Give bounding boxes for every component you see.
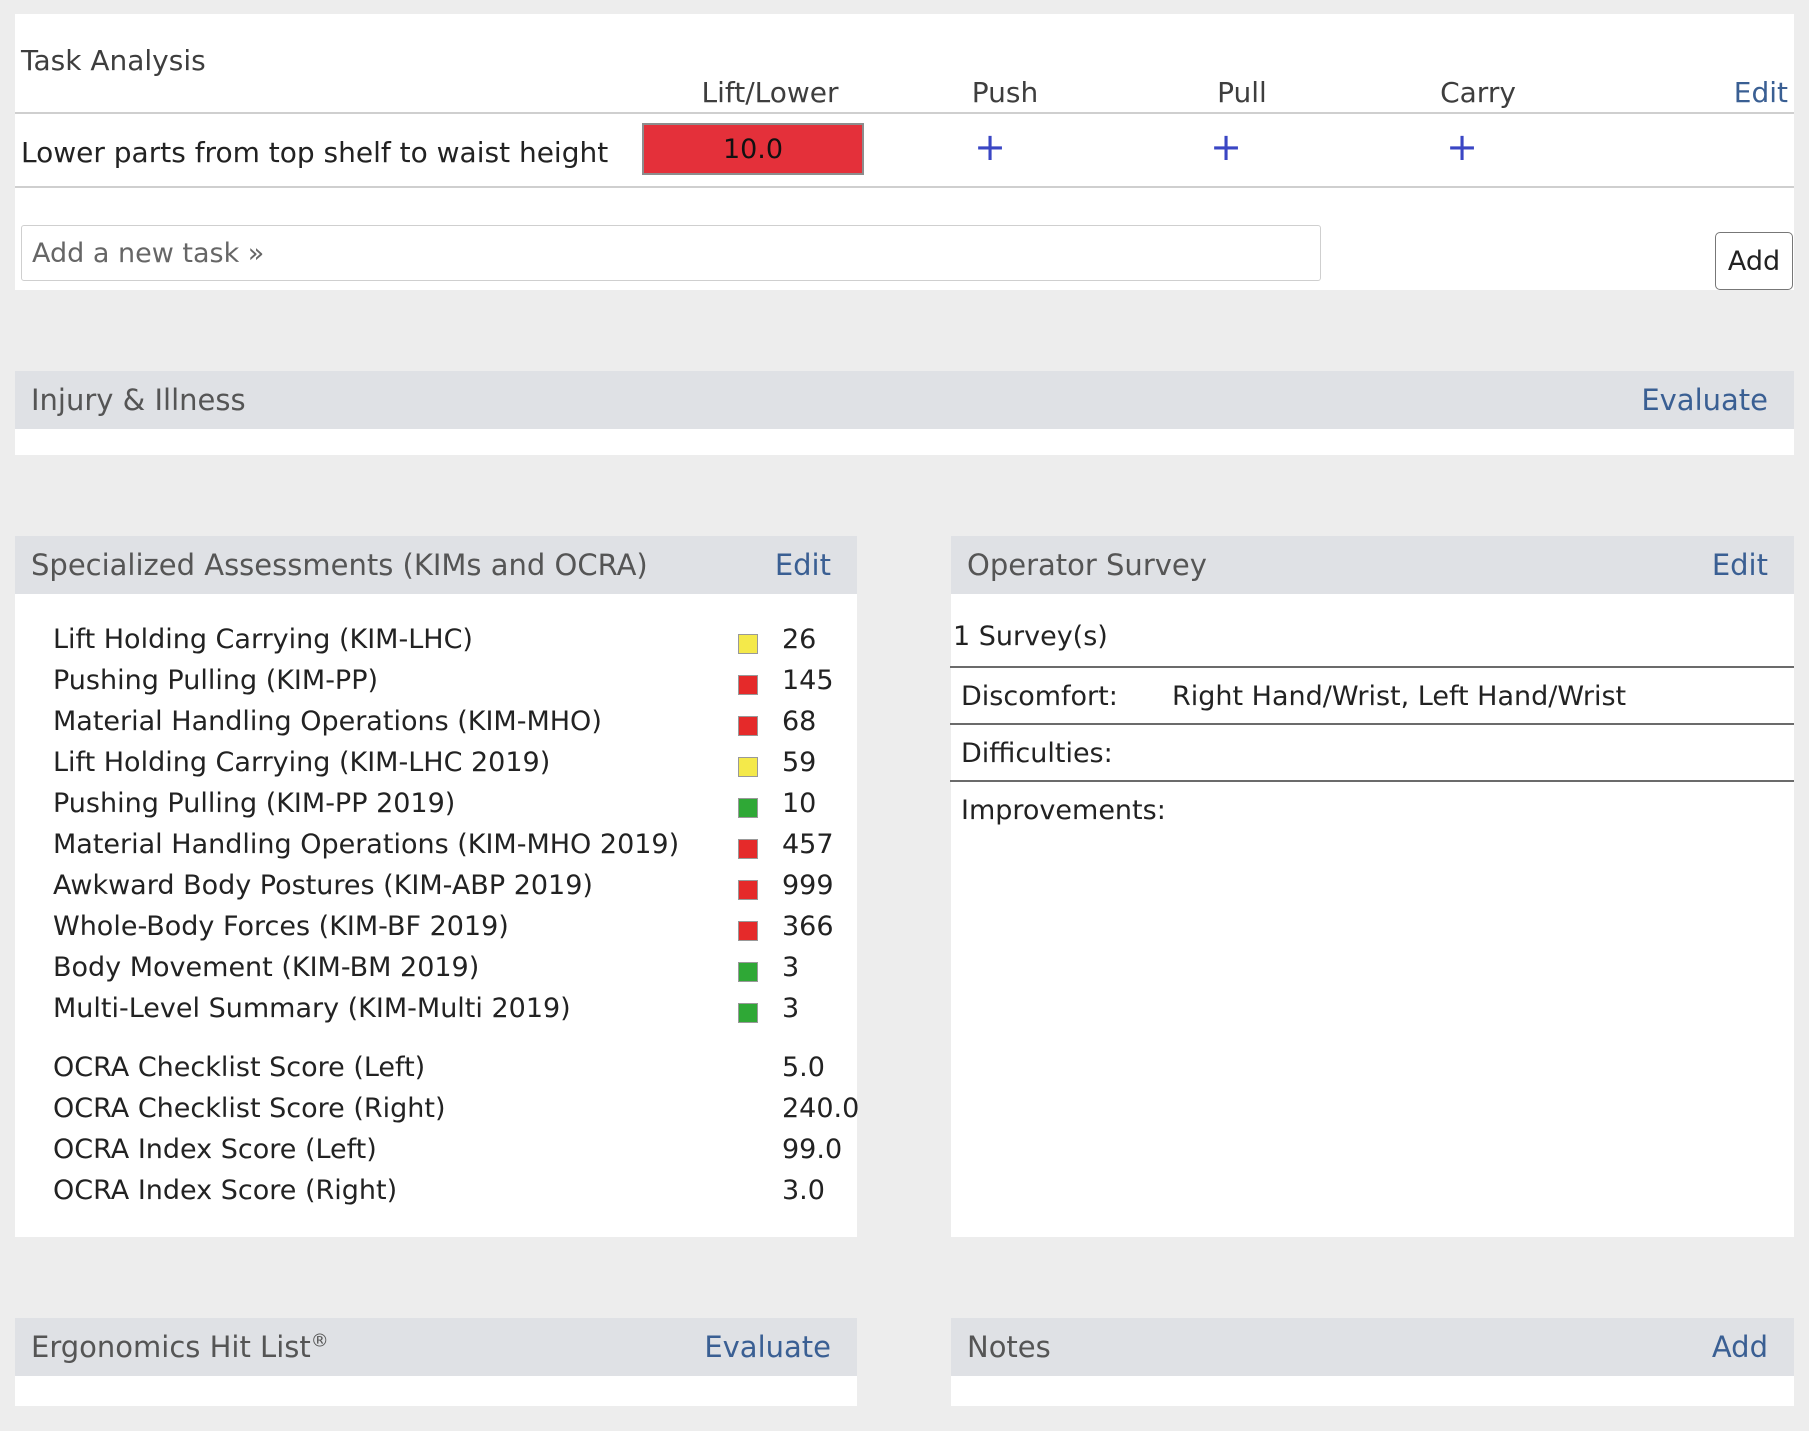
registered-mark: ®	[310, 1330, 329, 1352]
kim-risk-indicator-icon	[738, 675, 758, 695]
add-carry-icon[interactable]: +	[1442, 127, 1482, 167]
kim-risk-indicator-icon	[738, 757, 758, 777]
notes-header: Notes Add	[951, 1318, 1794, 1376]
specialized-assessments-title: Specialized Assessments (KIMs and OCRA)	[31, 548, 648, 582]
kim-risk-indicator-icon	[738, 962, 758, 982]
hit-list-evaluate-link[interactable]: Evaluate	[704, 1330, 831, 1364]
kim-row-label: Material Handling Operations (KIM-MHO)	[53, 706, 602, 737]
kim-risk-indicator-icon	[738, 798, 758, 818]
kim-row-label: Lift Holding Carrying (KIM-LHC)	[53, 624, 473, 655]
kim-row-value: 999	[782, 870, 834, 901]
kim-row-value: 26	[782, 624, 817, 655]
task-name[interactable]: Lower parts from top shelf to waist heig…	[21, 136, 608, 169]
notes-add-link[interactable]: Add	[1712, 1330, 1768, 1364]
ocra-row-label: OCRA Checklist Score (Right)	[53, 1093, 446, 1124]
survey-divider	[950, 666, 1794, 668]
kim-row-value: 3	[782, 952, 800, 983]
ergonomics-hit-list-panel: Ergonomics Hit List® Evaluate	[15, 1318, 857, 1406]
kim-row-label: Material Handling Operations (KIM-MHO 20…	[53, 829, 680, 860]
injury-illness-evaluate-link[interactable]: Evaluate	[1641, 383, 1768, 417]
kim-risk-indicator-icon	[738, 880, 758, 900]
specialized-assessments-edit-link[interactable]: Edit	[775, 548, 831, 582]
operator-survey-header: Operator Survey Edit	[951, 536, 1794, 594]
injury-illness-panel: Injury & Illness Evaluate	[15, 371, 1794, 455]
notes-title: Notes	[967, 1330, 1051, 1364]
injury-illness-header: Injury & Illness Evaluate	[15, 371, 1794, 429]
kim-row-value: 10	[782, 788, 817, 819]
column-lift-lower: Lift/Lower	[701, 76, 839, 109]
ergonomics-hit-list-header: Ergonomics Hit List® Evaluate	[15, 1318, 857, 1376]
add-task-button[interactable]: Add	[1715, 232, 1793, 290]
kim-risk-indicator-icon	[738, 839, 758, 859]
discomfort-value: Right Hand/Wrist, Left Hand/Wrist	[1172, 681, 1627, 712]
discomfort-divider	[950, 723, 1794, 725]
kim-row-label: Pushing Pulling (KIM-PP)	[53, 665, 379, 696]
injury-illness-title: Injury & Illness	[31, 383, 246, 417]
column-carry: Carry	[1440, 76, 1516, 109]
kim-risk-indicator-icon	[738, 1003, 758, 1023]
kim-row-label: Lift Holding Carrying (KIM-LHC 2019)	[53, 747, 551, 778]
ocra-row-value: 99.0	[782, 1134, 843, 1165]
notes-panel: Notes Add	[951, 1318, 1794, 1406]
operator-survey-title: Operator Survey	[967, 548, 1207, 582]
hit-list-title-text: Ergonomics Hit List	[31, 1330, 311, 1364]
ocra-row-value: 5.0	[782, 1052, 825, 1083]
kim-row-value: 366	[782, 911, 834, 942]
specialized-assessments-header: Specialized Assessments (KIMs and OCRA) …	[15, 536, 857, 594]
ocra-row-label: OCRA Index Score (Left)	[53, 1134, 377, 1165]
task-row-divider	[15, 186, 1794, 188]
task-analysis-panel: Task Analysis Lift/Lower Push Pull Carry…	[15, 14, 1794, 290]
task-analysis-title: Task Analysis	[21, 44, 206, 77]
improvements-label: Improvements:	[961, 795, 1166, 826]
discomfort-label: Discomfort:	[961, 681, 1118, 712]
header-divider	[15, 112, 1794, 114]
difficulties-divider	[950, 780, 1794, 782]
kim-row-label: Whole-Body Forces (KIM-BF 2019)	[53, 911, 509, 942]
ocra-row-label: OCRA Checklist Score (Left)	[53, 1052, 426, 1083]
kim-row-value: 59	[782, 747, 817, 778]
kim-row-label: Body Movement (KIM-BM 2019)	[53, 952, 480, 983]
column-push: Push	[971, 76, 1039, 109]
ocra-row-value: 240.0	[782, 1093, 860, 1124]
ocra-row-label: OCRA Index Score (Right)	[53, 1175, 398, 1206]
kim-risk-indicator-icon	[738, 634, 758, 654]
survey-count: 1 Survey(s)	[953, 621, 1108, 652]
operator-survey-edit-link[interactable]: Edit	[1712, 548, 1768, 582]
kim-risk-indicator-icon	[738, 716, 758, 736]
add-pull-icon[interactable]: +	[1206, 127, 1246, 167]
new-task-input[interactable]	[21, 225, 1321, 281]
add-push-icon[interactable]: +	[970, 127, 1010, 167]
specialized-assessments-panel: Specialized Assessments (KIMs and OCRA) …	[15, 536, 860, 1237]
kim-row-label: Multi-Level Summary (KIM-Multi 2019)	[53, 993, 571, 1024]
kim-row-value: 3	[782, 993, 800, 1024]
kim-row-label: Pushing Pulling (KIM-PP 2019)	[53, 788, 456, 819]
kim-row-value: 145	[782, 665, 834, 696]
column-pull: Pull	[1217, 76, 1267, 109]
kim-row-label: Awkward Body Postures (KIM-ABP 2019)	[53, 870, 593, 901]
kim-row-value: 457	[782, 829, 834, 860]
task-analysis-edit-link[interactable]: Edit	[1734, 76, 1788, 109]
lift-lower-score-badge[interactable]: 10.0	[642, 123, 864, 175]
ocra-row-value: 3.0	[782, 1175, 825, 1206]
kim-risk-indicator-icon	[738, 921, 758, 941]
kim-row-value: 68	[782, 706, 817, 737]
ergonomics-hit-list-title: Ergonomics Hit List®	[31, 1330, 329, 1364]
difficulties-label: Difficulties:	[961, 738, 1113, 769]
